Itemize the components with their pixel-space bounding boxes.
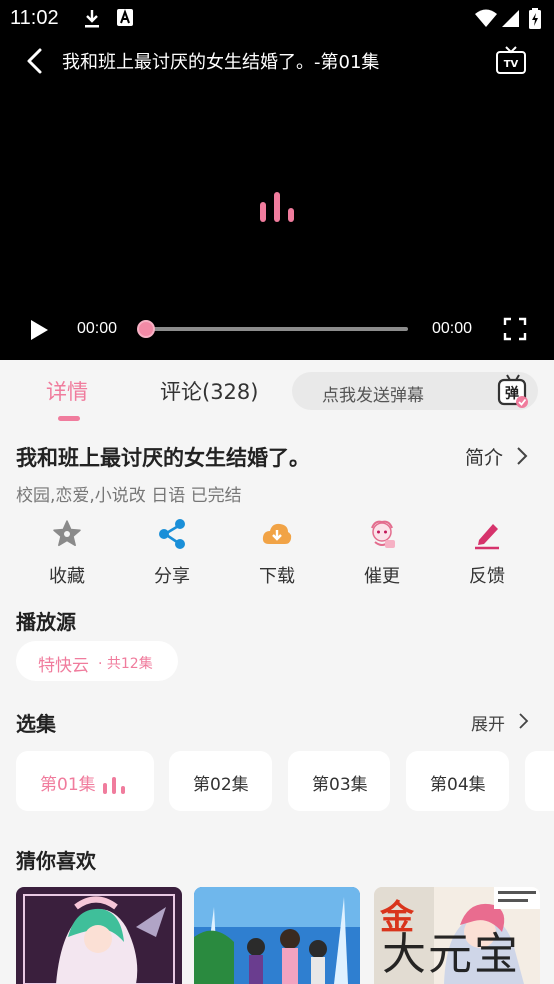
source-chip[interactable]: 特快云 · 共12集 (16, 641, 178, 681)
danmaku-toggle-icon[interactable]: 弹 (496, 372, 530, 410)
episode-list: 第01集 第02集 第03集 第04集 (16, 751, 554, 811)
loading-bars-icon (260, 192, 294, 222)
cast-tv-icon[interactable]: TV (494, 44, 528, 78)
episode-label: 第04集 (430, 775, 486, 795)
action-row: 收藏 分享 下载 催更 反馈 (0, 512, 554, 592)
star-icon (53, 520, 81, 547)
episode-item[interactable]: 第03集 (288, 751, 390, 811)
download-cloud-icon (262, 523, 292, 544)
recommend-card[interactable] (16, 887, 182, 984)
download-notification-icon (85, 10, 99, 28)
current-time: 00:00 (77, 320, 118, 337)
player-controls: 00:00 00:00 (0, 308, 554, 350)
episode-item[interactable]: 第04集 (406, 751, 509, 811)
action-label: 反馈 (469, 566, 505, 587)
share-button[interactable]: 分享 (127, 512, 217, 592)
action-label: 分享 (154, 566, 190, 587)
intro-link[interactable]: 简介 (465, 443, 503, 470)
show-tags: 校园,恋爱,小说改 日语 已完结 (16, 486, 242, 506)
total-time: 00:00 (432, 320, 473, 337)
share-icon (159, 519, 185, 549)
source-name: 特快云 (38, 656, 89, 676)
urge-update-button[interactable]: 催更 (337, 512, 427, 592)
tab-active-indicator (58, 416, 80, 421)
seek-bar[interactable] (140, 327, 408, 331)
recommend-heading: 猜你喜欢 (16, 849, 96, 873)
tab-comments[interactable]: 评论(328) (160, 376, 258, 406)
episode-label: 第02集 (193, 775, 249, 795)
show-title: 我和班上最讨厌的女生结婚了。 (16, 446, 310, 470)
feedback-button[interactable]: 反馈 (442, 512, 532, 592)
recommend-cover-image (16, 887, 182, 984)
status-bar: 11:02 (0, 0, 554, 38)
source-heading: 播放源 (16, 610, 76, 634)
episodes-heading: 选集 (16, 712, 56, 736)
video-title: 我和班上最讨厌的女生结婚了。-第01集 (62, 52, 380, 73)
detail-tabs: 详情 评论(328) 点我发送弹幕 弹 (0, 360, 554, 422)
watermark-text: 大元宝 (382, 929, 520, 980)
edit-pencil-icon (475, 524, 499, 550)
battery-icon (529, 8, 541, 29)
favorite-button[interactable]: 收藏 (22, 512, 112, 592)
recommend-card[interactable] (194, 887, 360, 984)
tab-detail[interactable]: 详情 (46, 376, 88, 406)
expand-link[interactable]: 展开 (471, 710, 505, 735)
wifi-icon (475, 9, 497, 27)
danmaku-placeholder: 点我发送弹幕 (322, 386, 424, 406)
episode-label: 第01集 (40, 775, 96, 795)
urge-update-icon (371, 520, 395, 548)
action-label: 下载 (259, 566, 295, 587)
back-arrow-icon[interactable] (20, 46, 50, 76)
app-notification-icon (117, 9, 133, 26)
seek-thumb[interactable] (137, 320, 155, 338)
episode-label: 第03集 (312, 775, 368, 795)
playing-bars-icon (103, 777, 125, 794)
svg-text:TV: TV (504, 59, 519, 70)
recommend-cover-image (194, 887, 360, 984)
episode-item[interactable]: 第02集 (169, 751, 272, 811)
player-title-bar: 我和班上最讨厌的女生结婚了。-第01集 TV (0, 40, 554, 82)
play-icon[interactable] (28, 318, 50, 342)
chevron-right-icon[interactable] (516, 712, 530, 730)
download-button[interactable]: 下载 (232, 512, 322, 592)
episode-item-partial[interactable] (525, 751, 554, 811)
source-episode-count: · 共12集 (98, 656, 153, 672)
chevron-right-icon[interactable] (514, 446, 530, 466)
video-player[interactable]: 11:02 我和班上最讨厌的女生结婚了。-第01集 TV 00:00 00:00 (0, 0, 554, 360)
danmaku-input[interactable]: 点我发送弹幕 弹 (292, 372, 538, 410)
fullscreen-icon[interactable] (503, 317, 527, 341)
action-label: 催更 (364, 566, 400, 587)
cell-signal-icon (502, 10, 519, 27)
action-label: 收藏 (49, 566, 85, 587)
episode-item[interactable]: 第01集 (16, 751, 154, 811)
status-time: 11:02 (10, 7, 59, 29)
